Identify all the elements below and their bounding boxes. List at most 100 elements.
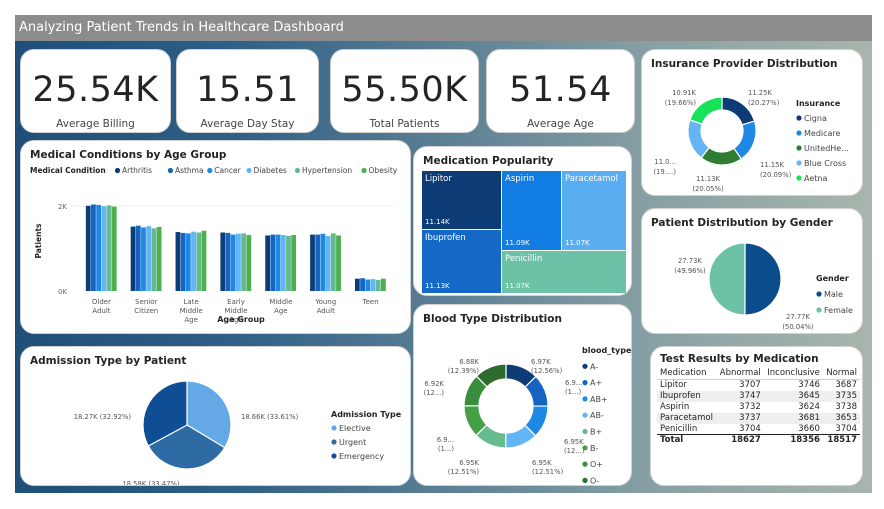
test-results-card[interactable]: Test Results by Medication Medication Ab…: [650, 346, 863, 486]
x-tick-label: Senior: [135, 298, 157, 306]
x-tick-label: Middle: [224, 307, 247, 315]
column-header[interactable]: Normal: [822, 367, 860, 380]
bar-arthritis: [354, 278, 360, 291]
gender-distribution-card[interactable]: Patient Distribution by Gender 27.73K (49…: [641, 208, 863, 334]
column-header[interactable]: Abnormal: [716, 367, 764, 380]
x-tick-label: Age: [274, 307, 288, 315]
bar-obesity: [246, 235, 252, 291]
card-title: Medication Popularity: [423, 155, 554, 167]
bar-hypertension: [241, 233, 246, 291]
legend-dot: [582, 363, 588, 369]
treemap-value: 11.13K: [425, 282, 450, 290]
column-header[interactable]: Medication: [657, 367, 717, 380]
data-label: 11.0...: [654, 158, 676, 166]
dashboard-title: Analyzing Patient Trends in Healthcare D…: [15, 15, 872, 41]
treemap-tile-lipitor[interactable]: Lipitor 11.14K: [422, 171, 501, 229]
legend-title: Medical Condition: [30, 166, 106, 175]
medication-popularity-card[interactable]: Medication Popularity Lipitor 11.14K Aspir…: [413, 146, 632, 296]
column-header[interactable]: Inconclusive: [763, 367, 823, 380]
kpi-label: Average Billing: [56, 118, 135, 130]
legend-item: Male: [824, 290, 843, 299]
legend-item: AB-: [590, 411, 604, 420]
bar-cancer: [185, 233, 191, 291]
legend-dot: [796, 145, 802, 151]
legend-dot: [582, 396, 588, 402]
table-row[interactable]: Ibuprofen 3747 3645 3735: [657, 390, 860, 402]
table-row[interactable]: Lipitor 3707 3746 3687: [657, 380, 860, 391]
kpi-card-average-age[interactable]: 51.54 Average Age: [486, 49, 635, 133]
table-total-row: Total 18627 18356 18517: [657, 434, 860, 446]
legend-item: B+: [590, 428, 602, 437]
legend-dot: [796, 130, 802, 136]
table-cell: Lipitor: [660, 380, 687, 391]
x-tick-label: Citizen: [134, 307, 158, 315]
data-label: 18.58K (33.47%): [122, 480, 180, 486]
table-cell: 3746: [798, 380, 820, 391]
medication-treemap: Lipitor 11.14K Aspirin 11.09K Paracetamol 11.…: [422, 171, 626, 293]
table-cell: Total: [657, 434, 717, 446]
treemap-value: 11.07K: [565, 239, 590, 247]
admission-type-card[interactable]: Admission Type by Patient 18.66K (33.61%…: [20, 346, 411, 486]
bar-asthma: [360, 278, 365, 291]
medical-conditions-card[interactable]: Medical Conditions by Age Group Medical …: [20, 140, 411, 334]
data-label: 18.27K (32.92%): [74, 413, 132, 421]
bar-obesity: [380, 278, 386, 291]
legend-dot: [361, 167, 367, 174]
bar-asthma: [225, 232, 231, 291]
x-tick-label: Young: [314, 298, 336, 306]
bar-cancer: [230, 234, 236, 291]
bar-arthritis: [175, 232, 181, 291]
legend-item: Blue Cross: [804, 159, 846, 168]
table-cell: 18627: [716, 434, 764, 446]
x-tick-label: Middle: [180, 307, 203, 315]
kpi-label: Average Day Stay: [200, 118, 295, 130]
legend-item: Urgent: [339, 438, 366, 447]
legend-item-asthma: Asthma: [175, 166, 204, 175]
treemap-tile-paracetamol[interactable]: Paracetamol 11.07K: [562, 171, 626, 250]
treemap-tile-penicillin[interactable]: Penicillin 11.07K: [502, 251, 626, 293]
bar-diabetes: [280, 235, 286, 291]
table-row[interactable]: Penicillin 3704 3660 3704: [657, 424, 860, 435]
kpi-value: 25.54K: [32, 70, 159, 110]
x-tick-label: Teen: [362, 298, 379, 306]
bar-obesity: [111, 206, 117, 291]
legend-dot: [582, 445, 588, 451]
table-cell: Paracetamol: [657, 412, 717, 424]
treemap-tile-aspirin[interactable]: Aspirin 11.09K: [502, 171, 561, 250]
table-row[interactable]: Aspirin 3732 3624 3738: [657, 402, 860, 413]
legend-dot: [331, 425, 337, 431]
bar-cancer: [365, 279, 371, 291]
legend-dot: [582, 461, 588, 467]
legend-title: Admission Type: [331, 410, 402, 419]
treemap-label: Paracetamol: [565, 174, 618, 184]
legend-dot: [796, 175, 802, 181]
data-label: 6.88K: [459, 358, 479, 366]
x-tick-label: Adult: [92, 307, 110, 315]
legend-item: Aetna: [804, 174, 827, 183]
legend-item-cancer: Cancer: [214, 166, 241, 175]
blood-type-card[interactable]: Blood Type Distribution 6.97K (12.56%) 6.9…: [413, 304, 632, 486]
treemap-tile-ibuprofen[interactable]: Ibuprofen 11.13K: [422, 230, 501, 293]
data-label: (1...): [438, 445, 454, 453]
bar-cancer: [141, 227, 146, 291]
table-row[interactable]: Paracetamol 3737 3681 3653: [657, 412, 860, 424]
kpi-card-average-day-stay[interactable]: 15.51 Average Day Stay: [176, 49, 319, 133]
data-label: (12...): [564, 447, 585, 455]
insurance-provider-card[interactable]: Insurance Provider Distribution 11.25K (2…: [641, 49, 863, 196]
data-label: 18.66K (33.61%): [241, 413, 299, 421]
legend-item-arthritis: Arthritis: [122, 166, 152, 175]
insurance-donut-chart: 11.25K (20.27%) 11.15K (20.09%) 11.13K (20.05…: [653, 89, 848, 193]
kpi-label: Average Age: [527, 118, 594, 130]
data-label: 6.95K: [532, 459, 552, 467]
legend-item: AB+: [590, 395, 608, 404]
table-cell: Ibuprofen: [657, 390, 717, 402]
legend-dot: [167, 167, 174, 174]
kpi-card-total-patients[interactable]: 55.50K Total Patients: [330, 49, 479, 133]
table-header-row: Medication Abnormal Inconclusive Normal: [657, 367, 860, 380]
bar-obesity: [336, 235, 341, 291]
legend-dot: [331, 453, 337, 459]
legend-item: O-: [590, 476, 600, 485]
legend-dot: [582, 380, 588, 386]
kpi-card-average-billing[interactable]: 25.54K Average Billing: [20, 49, 171, 133]
bar-hypertension: [151, 228, 157, 291]
